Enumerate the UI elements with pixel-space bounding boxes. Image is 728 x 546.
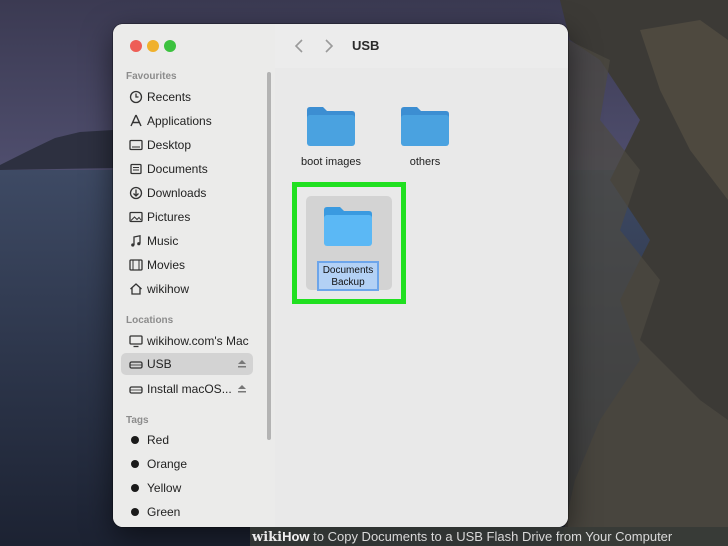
sidebar-item-label: Recents [147,90,192,104]
sidebar-item-movies[interactable]: Movies [121,254,253,276]
rename-text-line1: Documents [322,265,374,276]
sidebar-item-documents[interactable]: Documents [121,158,253,180]
sidebar-item-label: Downloads [147,186,207,200]
sidebar-tag-orange[interactable]: Orange [121,453,253,475]
folder-item[interactable]: boot images [281,94,381,194]
favourites-header: Favourites [126,71,177,82]
caption-title: to Copy Documents to a USB Flash Drive f… [309,529,673,544]
sidebar: Favourites Recents Applications Desktop … [113,24,276,527]
tag-dot-icon [131,508,139,516]
sidebar-item-label: Documents [147,162,208,176]
download-icon [129,186,143,200]
folder-name: boot images [301,156,361,168]
sidebar-item-applications[interactable]: Applications [121,110,253,132]
zoom-window-button[interactable] [164,40,176,52]
sidebar-item-wikihow[interactable]: wikihow [121,278,253,300]
sidebar-item-label: wikihow.com's Mac [147,334,249,348]
toolbar: USB [275,24,568,68]
sidebar-item-label: wikihow [147,282,190,296]
document-icon [129,162,143,176]
sidebar-item-label: Red [147,433,170,447]
clock-icon [129,90,143,104]
movies-icon [129,258,143,272]
wikihow-logo-text: wiki [252,530,283,545]
sidebar-item-recents[interactable]: Recents [121,86,253,108]
sidebar-item-usb[interactable]: USB [121,353,253,375]
folder-rename-field[interactable]: Documents Backup [317,261,379,291]
sidebar-item-desktop[interactable]: Desktop [121,134,253,156]
close-window-button[interactable] [130,40,142,52]
sidebar-item-label: Music [147,234,179,248]
article-caption: wikiHow to Copy Documents to a USB Flash… [250,527,728,546]
locations-header: Locations [126,315,174,326]
caption-how: How [282,529,310,544]
folder-icon [307,107,355,146]
sidebar-item-label: USB [147,357,172,371]
sidebar-item-music[interactable]: Music [121,230,253,252]
sidebar-item-label: Desktop [147,138,192,152]
folder-icon [401,107,449,146]
sidebar-item-downloads[interactable]: Downloads [121,182,253,204]
sidebar-item-label: Green [147,505,181,519]
sidebar-item-label: Install macOS... [147,382,232,396]
music-icon [129,234,143,248]
sidebar-scrollbar[interactable] [267,72,271,440]
rename-text-line2: Backup [331,277,365,288]
desktop-icon [129,138,143,152]
applications-icon [129,114,143,128]
computer-icon [129,334,143,348]
back-button[interactable] [292,37,308,55]
sidebar-item-label: Pictures [147,210,191,224]
folder-name: others [409,156,441,168]
sidebar-tag-red[interactable]: Red [121,429,253,451]
file-browser-content: boot images others Documents Backup [275,68,568,527]
minimize-window-button[interactable] [147,40,159,52]
tag-dot-icon [131,436,139,444]
sidebar-item-label: Yellow [147,481,182,495]
forward-button[interactable] [320,37,336,55]
tag-dot-icon [131,484,139,492]
sidebar-tag-yellow[interactable]: Yellow [121,477,253,499]
tags-header: Tags [126,415,149,426]
home-icon [129,282,143,296]
folder-item[interactable]: others [375,94,475,194]
sidebar-item-label: Orange [147,457,188,471]
folder-icon[interactable] [322,204,374,248]
pictures-icon [129,210,143,224]
drive-icon [129,357,143,371]
sidebar-item-pictures[interactable]: Pictures [121,206,253,228]
sidebar-tag-green[interactable]: Green [121,501,253,523]
sidebar-item-install-macos[interactable]: Install macOS... [121,378,253,400]
tag-dot-icon [131,460,139,468]
eject-icon[interactable] [237,357,247,369]
sidebar-item-label: Applications [147,114,212,128]
finder-window: Favourites Recents Applications Desktop … [113,24,568,527]
drive-icon [129,382,143,396]
sidebar-item-mac[interactable]: wikihow.com's Mac [121,330,253,352]
window-title: USB [352,38,380,53]
eject-icon[interactable] [237,382,247,394]
sidebar-item-label: Movies [147,258,186,272]
